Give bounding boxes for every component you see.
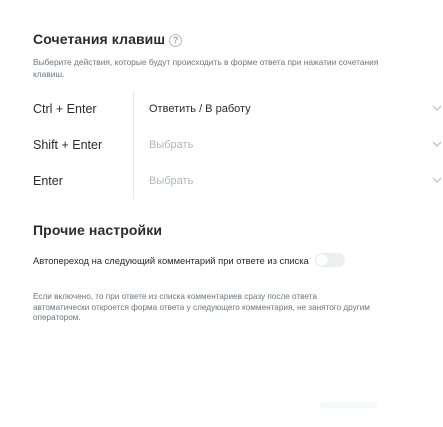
chevron-down-icon xyxy=(432,141,442,147)
ctrl-enter-action-select[interactable]: Ответить / В работу xyxy=(133,91,443,127)
shift-enter-action-select[interactable]: Выбрать xyxy=(133,127,443,163)
hotkeys-title-text: Сочетания клавиш xyxy=(33,31,166,47)
shortcut-combo-label: Ctrl + Enter xyxy=(33,102,97,116)
select-value: Ответить / В работу xyxy=(149,103,251,115)
shortcut-row-enter: Enter Выбрать xyxy=(33,163,443,199)
autojump-toggle[interactable] xyxy=(314,253,345,267)
shortcut-combo-label: Shift + Enter xyxy=(33,138,103,152)
autojump-description: Если включено, то при ответе из списка к… xyxy=(33,292,370,322)
faint-placeholder-bar xyxy=(320,402,378,408)
autojump-label: Автопереход на следующий комментарий при… xyxy=(33,255,309,266)
enter-action-select[interactable]: Выбрать xyxy=(133,163,443,199)
select-placeholder: Выбрать xyxy=(149,175,194,187)
chevron-down-icon xyxy=(432,177,442,183)
chevron-down-icon xyxy=(432,105,442,111)
shortcut-row-ctrl-enter: Ctrl + Enter Ответить / В работу xyxy=(33,91,443,127)
hotkeys-section-title: Сочетания клавиш? xyxy=(33,31,183,47)
select-placeholder: Выбрать xyxy=(149,139,194,151)
other-settings-title: Прочие настройки xyxy=(33,222,163,238)
hotkeys-description: Выберите действия, которые будут происхо… xyxy=(33,57,379,79)
autojump-setting: Автопереход на следующий комментарий при… xyxy=(33,253,363,267)
shortcut-combo-label: Enter xyxy=(33,174,63,188)
question-circle-icon[interactable]: ? xyxy=(169,34,183,47)
shortcut-row-shift-enter: Shift + Enter Выбрать xyxy=(33,127,443,163)
toggle-knob xyxy=(315,254,328,266)
